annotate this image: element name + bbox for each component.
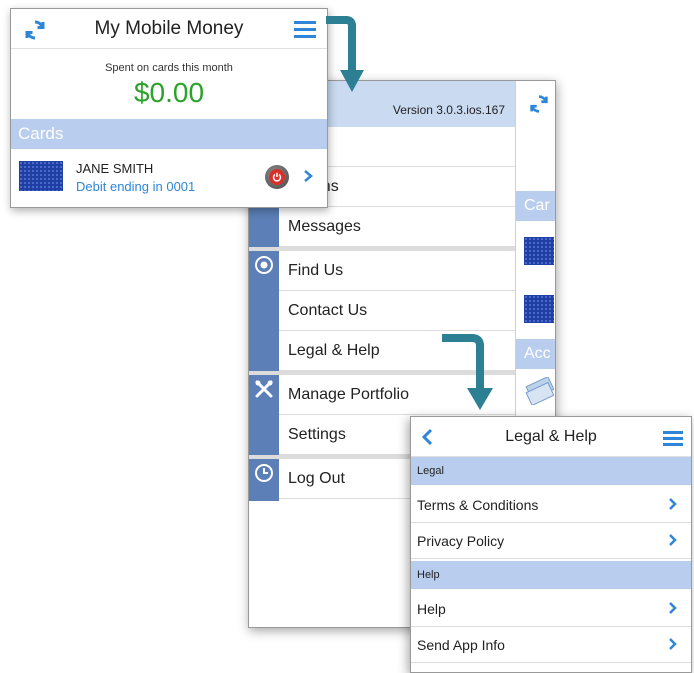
card-power-toggle[interactable] (265, 165, 289, 189)
terms-conditions-row[interactable]: Terms & Conditions (411, 487, 691, 523)
chevron-right-icon (668, 637, 677, 654)
menu-item-contact-us[interactable]: Contact Us (279, 291, 515, 331)
home-screen: My Mobile Money Spent on cards this mont… (10, 8, 328, 208)
send-app-info-row[interactable]: Send App Info (411, 627, 691, 663)
page-title: My Mobile Money (94, 18, 244, 39)
menu-item-label: Manage Portfolio (288, 385, 409, 403)
chevron-right-icon[interactable] (303, 169, 313, 188)
help-section-header: Help (411, 561, 691, 589)
chevron-right-icon (668, 601, 677, 618)
section-label: Help (417, 569, 440, 581)
legal-section-header: Legal (411, 457, 691, 485)
hamburger-menu-icon[interactable] (663, 431, 683, 451)
chevron-right-icon (668, 533, 677, 550)
spent-label: Spent on cards this month (105, 62, 233, 74)
accounts-section-label: Acc (524, 345, 551, 362)
privacy-policy-row[interactable]: Privacy Policy (411, 523, 691, 559)
menu-item-label: Find Us (288, 261, 344, 279)
cards-section-label: Car (524, 197, 550, 214)
card-thumbnail (524, 237, 554, 265)
clock-icon (252, 461, 276, 485)
legal-header: Legal & Help (411, 417, 691, 457)
menu-item-label: Legal & Help (288, 341, 380, 359)
version-label: Version 3.0.3.ios.167 (392, 103, 505, 117)
flow-arrow-icon (326, 16, 364, 92)
money-icon (524, 375, 555, 410)
menu-item-label: Messages (288, 217, 361, 235)
row-label: Send App Info (417, 637, 505, 653)
card-description[interactable]: Debit ending in 0001 (76, 179, 195, 194)
card-thumbnail[interactable] (19, 161, 63, 191)
chevron-right-icon (668, 497, 677, 514)
refresh-icon (528, 93, 550, 120)
card-thumbnail (524, 295, 554, 323)
power-icon (269, 169, 285, 185)
menu-item-find-us[interactable]: Find Us (279, 251, 515, 291)
hamburger-menu-icon[interactable] (294, 21, 316, 43)
page-title: Legal & Help (505, 428, 597, 445)
row-label: Terms & Conditions (417, 497, 539, 513)
menu-item-label: Contact Us (288, 301, 368, 319)
flow-arrow-icon (442, 334, 493, 410)
section-label: Legal (417, 465, 444, 477)
row-label: Help (417, 601, 446, 617)
menu-item-label: Settings (288, 425, 346, 443)
home-header: My Mobile Money (11, 9, 327, 49)
tools-icon (252, 377, 276, 401)
target-icon (252, 253, 276, 277)
accounts-section-peek: Acc (516, 339, 555, 369)
card-holder-name[interactable]: JANE SMITH (76, 161, 153, 176)
row-label: Privacy Policy (417, 533, 505, 549)
cards-section-label: Cards (18, 124, 64, 143)
help-row[interactable]: Help (411, 591, 691, 627)
cards-section-peek: Car (516, 191, 555, 221)
spent-amount: $0.00 (133, 77, 205, 108)
cards-section-header: Cards (11, 119, 327, 149)
menu-item-label: Log Out (288, 469, 345, 487)
menu-item-messages[interactable]: Messages (279, 207, 515, 247)
legal-help-screen: Legal & Help Legal Terms & Conditions Pr… (410, 416, 692, 673)
